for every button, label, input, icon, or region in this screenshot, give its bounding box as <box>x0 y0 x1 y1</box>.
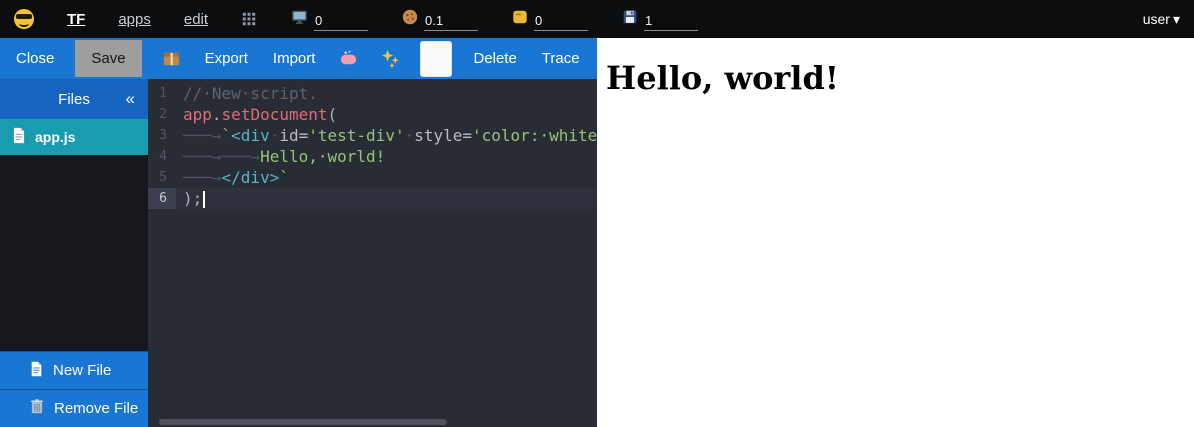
token-tab: ───→ <box>183 147 222 166</box>
line-content: ); <box>176 188 205 209</box>
code-line-1[interactable]: 1 //·New·script. <box>148 83 597 104</box>
token-ws: · <box>270 126 280 145</box>
stat-floppy: 1 <box>621 8 698 31</box>
code-line-6[interactable]: 6); <box>148 188 597 209</box>
new-file-label: New File <box>53 362 111 379</box>
stat-monitor: 0 <box>290 8 368 31</box>
token-string: Hello,·world! <box>260 147 385 166</box>
token-property: setDocument <box>222 105 328 124</box>
cookie-icon <box>401 8 419 31</box>
editor-panel: Close Save Export Import Delete Trace Fi… <box>0 38 597 427</box>
code-line-2[interactable]: 2app.setDocument( <box>148 104 597 125</box>
sidebar-empty-space <box>0 155 148 351</box>
line-number: 4 <box>148 146 176 167</box>
eraser-icon[interactable] <box>336 46 361 71</box>
file-name: app.js <box>35 129 75 145</box>
preview-heading: Hello, world! <box>606 59 1186 97</box>
files-header: Files « <box>0 79 148 119</box>
stat-floppy-value[interactable]: 1 <box>644 13 698 31</box>
monitor-icon <box>290 8 309 31</box>
trace-button[interactable]: Trace <box>538 46 584 71</box>
coin-icon <box>511 8 529 31</box>
token-punct: ); <box>183 189 202 208</box>
line-number: 3 <box>148 125 176 146</box>
user-menu-label: user <box>1143 11 1170 27</box>
code-line-3[interactable]: 3───→`<div·id='test-div'·style='color:·w… <box>148 125 597 146</box>
line-content: ───→───→Hello,·world! <box>176 146 385 167</box>
stat-cookie: 0.1 <box>401 8 478 31</box>
line-content: //·New·script. <box>176 83 318 104</box>
trash-icon <box>30 398 44 419</box>
horizontal-scrollbar[interactable] <box>159 419 447 425</box>
preview-pane: Hello, world! <box>597 38 1194 427</box>
token-punct: ( <box>328 105 338 124</box>
code-editor[interactable]: 1//·New·script.2app.setDocument(3───→`<d… <box>148 79 597 427</box>
token-tag: <div <box>231 126 270 145</box>
user-menu[interactable]: user ▾ <box>1143 11 1180 28</box>
main-area: Close Save Export Import Delete Trace Fi… <box>0 38 1194 427</box>
token-string: 'test-div' <box>308 126 404 145</box>
export-button[interactable]: Export <box>201 46 252 71</box>
nav-apps-link[interactable]: apps <box>118 11 151 28</box>
new-file-icon <box>30 361 43 381</box>
line-number: 6 <box>148 188 176 209</box>
line-content: ───→</div>` <box>176 167 289 188</box>
package-icon[interactable] <box>159 46 184 71</box>
remove-file-button[interactable]: Remove File <box>0 389 148 427</box>
token-tag: </div> <box>222 168 280 187</box>
nav-edit-link[interactable]: edit <box>184 11 208 28</box>
chevron-down-icon: ▾ <box>1173 11 1180 28</box>
close-button[interactable]: Close <box>12 46 58 71</box>
token-tab: ───→ <box>222 147 261 166</box>
files-sidebar: Files « app.js New File <box>0 79 148 427</box>
apps-grid-icon[interactable] <box>241 11 257 27</box>
floppy-disk-icon <box>621 8 639 31</box>
file-item-appjs[interactable]: app.js <box>0 119 148 155</box>
brand-link[interactable]: TF <box>67 11 85 28</box>
token-punct: . <box>212 105 222 124</box>
stat-coin-value[interactable]: 0 <box>534 13 588 31</box>
stat-monitor-value[interactable]: 0 <box>314 13 368 31</box>
line-content: ───→`<div·id='test-div'·style='color:·wh… <box>176 125 597 146</box>
topbar: TF apps edit 0 0.1 0 1 <box>0 0 1194 38</box>
line-number: 5 <box>148 167 176 188</box>
text-cursor <box>203 191 205 208</box>
files-header-label: Files <box>58 91 90 108</box>
code-line-5[interactable]: 5───→</div>` <box>148 167 597 188</box>
token-string: ` <box>279 168 289 187</box>
line-number: 1 <box>148 83 176 104</box>
token-string: 'color:·white;·f <box>472 126 597 145</box>
token-comment: //·New·script. <box>183 84 318 103</box>
import-button[interactable]: Import <box>269 46 320 71</box>
editor-toolbar: Close Save Export Import Delete Trace <box>0 38 597 79</box>
smiley-sunglasses-icon[interactable] <box>14 9 34 29</box>
line-content: app.setDocument( <box>176 104 337 125</box>
code-line-4[interactable]: 4───→───→Hello,·world! <box>148 146 597 167</box>
file-icon <box>12 127 26 147</box>
new-file-button[interactable]: New File <box>0 351 148 389</box>
remove-file-label: Remove File <box>54 400 138 417</box>
workspace: Files « app.js New File <box>0 79 597 427</box>
token-variable: app <box>183 105 212 124</box>
collapse-sidebar-icon[interactable]: « <box>126 89 135 109</box>
token-tab: ───→ <box>183 126 222 145</box>
token-tab: ───→ <box>183 168 222 187</box>
token-ws: · <box>405 126 415 145</box>
delete-button[interactable]: Delete <box>469 46 520 71</box>
token-attr: style= <box>414 126 472 145</box>
sparkles-icon[interactable] <box>378 46 403 71</box>
token-string: ` <box>222 126 232 145</box>
token-attr: id= <box>279 126 308 145</box>
save-button[interactable]: Save <box>75 40 141 77</box>
stat-cookie-value[interactable]: 0.1 <box>424 13 478 31</box>
color-swatch-button[interactable] <box>420 41 452 77</box>
line-number: 2 <box>148 104 176 125</box>
code-lines: 1//·New·script.2app.setDocument(3───→`<d… <box>148 83 597 209</box>
stat-coin: 0 <box>511 8 588 31</box>
